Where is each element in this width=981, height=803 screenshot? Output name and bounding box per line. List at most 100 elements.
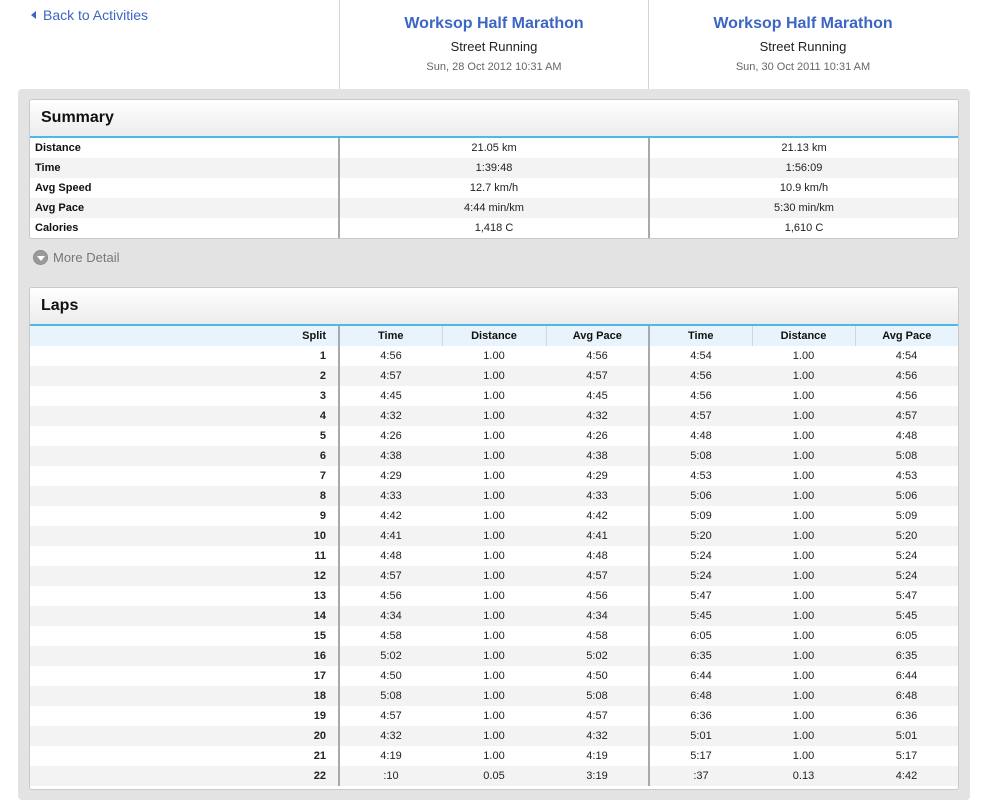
- summary-value-a: 1:39:48: [338, 158, 649, 178]
- pace-cell: 6:44: [895, 670, 918, 682]
- pace-cell: 4:19: [586, 750, 608, 762]
- activity-title-1[interactable]: Worksop Half Marathon: [340, 15, 648, 33]
- pace-cell: 4:56: [586, 590, 608, 602]
- time-cell: 5:47: [648, 586, 752, 606]
- lap-row: 8 4:33 1.00 4:33 5:06 1.00 5:06: [30, 486, 958, 506]
- lap-row: 21 4:19 1.00 4:19 5:17 1.00 5:17: [30, 746, 958, 766]
- pace-column-header: Avg Pace: [854, 326, 958, 346]
- split-cell: 4: [30, 406, 339, 426]
- split-cell: 18: [30, 686, 339, 706]
- summary-title: Summary: [41, 109, 114, 126]
- back-to-activities-link[interactable]: Back to Activities: [31, 7, 148, 23]
- more-detail-toggle[interactable]: More Detail: [33, 250, 119, 265]
- chevron-left-icon: [31, 11, 36, 19]
- time-cell: 4:56: [648, 366, 752, 386]
- time-cell: 4:58: [338, 626, 442, 646]
- time-cell: 4:50: [338, 666, 442, 686]
- time-cell: 4:34: [338, 606, 442, 626]
- pace-cell: 4:48: [586, 550, 608, 562]
- summary-panel: Summary Distance 21.05 km 21.13 km Time 1:39…: [29, 99, 959, 239]
- summary-value-a: 12.7 km/h: [338, 178, 649, 198]
- comparison-container: Summary Distance 21.05 km 21.13 km Time 1:39…: [18, 89, 970, 800]
- pace-cell: 4:26: [586, 430, 608, 442]
- distance-cell: 1.00: [483, 550, 505, 562]
- summary-label: Avg Speed: [35, 182, 92, 194]
- time-cell: 4:57: [338, 566, 442, 586]
- split-cell: 8: [30, 486, 339, 506]
- pace-cell: 4:57: [855, 406, 958, 426]
- lap-row: 12 4:57 1.00 4:57 5:24 1.00 5:24: [30, 566, 958, 586]
- lap-row: 19 4:57 1.00 4:57 6:36 1.00 6:36: [30, 706, 958, 726]
- time-cell: 5:08: [648, 446, 752, 466]
- lap-row: 11 4:48 1.00 4:48 5:24 1.00 5:24: [30, 546, 958, 566]
- activity-title-2[interactable]: Worksop Half Marathon: [649, 15, 957, 33]
- time-cell: 6:05: [648, 626, 752, 646]
- time-cell: 4:57: [338, 706, 442, 726]
- distance-cell: 1.00: [792, 390, 815, 402]
- pace-cell: 5:09: [895, 510, 918, 522]
- split-cell: 5: [319, 430, 326, 442]
- lap-row: 17 4:50 1.00 4:50 6:44 1.00 6:44: [30, 666, 958, 686]
- activity-header-2: Worksop Half Marathon Street Running Sun…: [648, 0, 957, 90]
- split-column-header: Split: [30, 326, 339, 346]
- laps-panel: Laps Split Time Distance Avg Pace Time D…: [29, 287, 959, 790]
- pace-cell: 4:41: [546, 526, 649, 546]
- lap-row: 3 4:45 1.00 4:45 4:56 1.00 4:56: [30, 386, 958, 406]
- split-cell: 17: [313, 670, 326, 682]
- pace-cell: 5:01: [855, 726, 958, 746]
- summary-value-b: 5:30 min/km: [648, 198, 958, 218]
- pace-cell: 4:38: [546, 446, 649, 466]
- lap-row: 2 4:57 1.00 4:57 4:56 1.00 4:56: [30, 366, 958, 386]
- pace-cell: 6:05: [895, 630, 918, 642]
- time-cell: 5:02: [338, 646, 442, 666]
- distance-cell: 1.00: [792, 550, 815, 562]
- distance-cell: 1.00: [483, 710, 505, 722]
- pace-cell: 6:35: [855, 646, 958, 666]
- split-cell: 6: [30, 446, 339, 466]
- distance-cell: 1.00: [483, 630, 505, 642]
- distance-cell: 1.00: [442, 686, 546, 706]
- summary-value-b: 1:56:09: [648, 158, 958, 178]
- distance-cell: 1.00: [752, 446, 855, 466]
- summary-value-b: 10.9 km/h: [648, 178, 958, 198]
- summary-row: Avg Pace 4:44 min/km 5:30 min/km: [30, 198, 958, 218]
- activity-type-2: Street Running: [759, 39, 847, 54]
- lap-row: 9 4:42 1.00 4:42 5:09 1.00 5:09: [30, 506, 958, 526]
- pace-cell: 6:36: [895, 710, 918, 722]
- summary-row: Time 1:39:48 1:56:09: [30, 158, 958, 178]
- pace-cell: 4:57: [546, 566, 649, 586]
- distance-cell: 1.00: [752, 366, 855, 386]
- distance-cell: 1.00: [442, 566, 546, 586]
- split-cell: 16: [30, 646, 339, 666]
- activity-type-1: Street Running: [450, 39, 538, 54]
- lap-row: 5 4:26 1.00 4:26 4:48 1.00 4:48: [30, 426, 958, 446]
- time-cell: 4:48: [338, 546, 442, 566]
- more-detail-label: More Detail: [53, 250, 120, 265]
- time-cell: 5:20: [648, 526, 752, 546]
- distance-cell: 1.00: [483, 590, 505, 602]
- activity-date-2: Sun, 30 Oct 2011 10:31 AM: [735, 61, 871, 73]
- pace-cell: 4:32: [546, 726, 649, 746]
- pace-cell: 4:48: [895, 430, 918, 442]
- pace-cell: 5:24: [855, 566, 958, 586]
- time-cell: 4:45: [338, 386, 442, 406]
- time-cell: 4:48: [648, 426, 752, 446]
- distance-cell: 1.00: [442, 406, 546, 426]
- time-cell: 6:36: [648, 706, 752, 726]
- split-cell: 11: [314, 550, 326, 562]
- distance-cell: 1.00: [442, 366, 546, 386]
- split-cell: 13: [313, 590, 326, 602]
- pace-cell: 5:47: [895, 590, 918, 602]
- distance-cell: 1.00: [792, 750, 815, 762]
- time-cell: 5:06: [648, 486, 752, 506]
- pace-cell: 4:56: [586, 350, 608, 362]
- time-cell: 4:42: [338, 506, 442, 526]
- expand-circle-icon: [33, 250, 48, 265]
- time-cell: 5:24: [648, 546, 752, 566]
- distance-cell: 1.00: [792, 710, 815, 722]
- distance-column-header: Distance: [441, 326, 546, 346]
- pace-cell: 4:54: [895, 350, 918, 362]
- pace-cell: 5:20: [855, 526, 958, 546]
- time-cell: 4:32: [338, 406, 442, 426]
- laps-header-row: Split Time Distance Avg Pace Time Distan…: [30, 326, 958, 346]
